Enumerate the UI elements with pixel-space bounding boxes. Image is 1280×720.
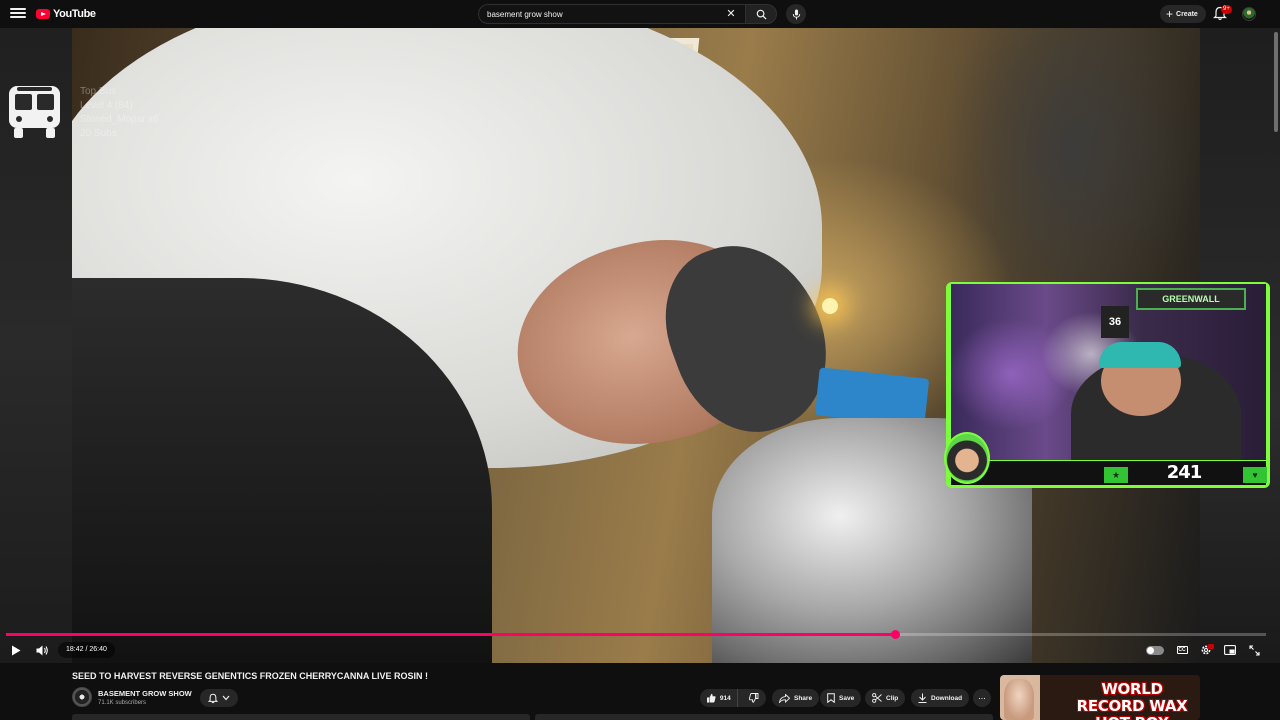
share-button[interactable]: Share (772, 689, 820, 707)
play-icon (12, 645, 21, 655)
clip-label: Clip (886, 694, 899, 702)
progress-scrubber[interactable] (890, 630, 900, 639)
save-label: Save (839, 694, 855, 702)
overlay-line: 20 Subs (80, 128, 117, 139)
time-display: 18:42 / 26:40 (58, 642, 115, 658)
download-icon (918, 693, 927, 703)
streamer-avatar (944, 432, 990, 484)
youtube-play-icon (36, 9, 50, 19)
chevron-down-icon (222, 695, 230, 701)
heart-icon: ♥ (1243, 467, 1267, 483)
webcam-jersey: 36 (1101, 306, 1129, 338)
youtube-logo[interactable]: YouTube (36, 8, 96, 20)
description-panel[interactable] (72, 714, 530, 720)
search-icon (756, 9, 767, 20)
player-controls-right: CC (1146, 641, 1264, 659)
scrollbar-thumb[interactable] (1274, 32, 1278, 132)
microphone-icon (792, 8, 800, 20)
more-icon: ... (978, 691, 986, 701)
logo-text: YouTube (53, 8, 96, 20)
video-player[interactable]: Top Bus Level 4 (84) Stoned_Mopar x6 20 … (0, 28, 1280, 663)
plus-icon: + (1166, 7, 1174, 21)
subscribed-notifications-button[interactable] (200, 689, 238, 707)
star-icon: ★ (1104, 467, 1128, 483)
captions-icon: CC (1176, 646, 1188, 654)
search-button[interactable] (745, 4, 777, 24)
download-button[interactable]: Download (911, 689, 970, 707)
bus-icon (9, 86, 60, 138)
more-actions-button[interactable]: ... (973, 689, 991, 707)
current-time: 18:42 (66, 646, 84, 653)
share-icon (779, 693, 790, 703)
dislike-button[interactable] (742, 689, 766, 707)
progress-bar[interactable] (6, 630, 1266, 639)
thumbs-down-icon (748, 693, 759, 703)
scissors-icon (872, 693, 882, 703)
subtitles-button[interactable]: CC (1172, 641, 1192, 659)
hd-badge (1208, 644, 1214, 649)
share-label: Share (794, 694, 813, 702)
thumbnail-text: WORLD RECORD WAX HOT BOX (1076, 680, 1188, 720)
search-bar: ✕ (478, 4, 777, 24)
volume-icon (36, 645, 48, 655)
total-time: 26:40 (89, 646, 107, 653)
comments-panel[interactable] (535, 714, 993, 720)
like-count: 914 (719, 694, 731, 702)
volume-button[interactable] (32, 641, 52, 659)
webcam-feed: GREENWALL 36 (951, 284, 1266, 460)
create-button[interactable]: + Create (1160, 5, 1206, 23)
create-label: Create (1176, 10, 1198, 18)
fullscreen-button[interactable] (1244, 641, 1264, 659)
play-button[interactable] (6, 641, 26, 659)
webcam-counter: 241 (1166, 462, 1203, 483)
channel-name[interactable]: BASEMENT GROW SHOW (98, 689, 192, 698)
video-title: SEED TO HARVEST REVERSE GENENTICS FROZEN… (72, 671, 429, 681)
webcam-person-bandana (1099, 342, 1181, 368)
clip-button[interactable]: Clip (865, 689, 906, 707)
stream-overlay-stats: Top Bus Level 4 (84) Stoned_Mopar x6 20 … (80, 85, 159, 141)
bookmark-icon (827, 693, 835, 703)
notification-count-badge: 9+ (1221, 5, 1232, 14)
save-button[interactable]: Save (820, 689, 862, 707)
video-scene-light (822, 298, 838, 314)
subscriber-count: 71.1K subscribers (98, 700, 147, 706)
like-dislike-group: 914 (700, 689, 766, 707)
overlay-line: Stoned_Mopar x6 (80, 114, 159, 125)
overlay-line: Level 4 (84) (80, 100, 133, 111)
download-label: Download (931, 694, 963, 702)
progress-played (6, 633, 895, 636)
autoplay-toggle[interactable] (1146, 645, 1164, 655)
thumbnail-person (1004, 679, 1034, 720)
top-bar: YouTube ✕ + Create 9+ (0, 0, 1280, 28)
overlay-line: Top Bus (80, 86, 117, 97)
bell-icon (208, 693, 218, 703)
voice-search-button[interactable] (786, 4, 806, 24)
page-scrollbar[interactable] (1272, 28, 1280, 720)
recommended-video-thumbnail[interactable]: WORLD RECORD WAX HOT BOX (1000, 675, 1200, 720)
miniplayer-icon (1224, 645, 1236, 655)
clear-search-icon[interactable]: ✕ (725, 8, 737, 20)
thumbs-up-icon (706, 693, 716, 703)
fullscreen-icon (1248, 644, 1260, 656)
menu-icon[interactable] (10, 6, 26, 22)
search-input[interactable] (478, 4, 745, 24)
webcam-banner: GREENWALL (1136, 288, 1246, 310)
like-button[interactable]: 914 (700, 689, 738, 707)
account-avatar[interactable] (1242, 7, 1256, 21)
miniplayer-button[interactable] (1220, 641, 1240, 659)
channel-avatar[interactable] (72, 687, 92, 707)
player-controls-left: 18:42 / 26:40 (6, 641, 115, 659)
